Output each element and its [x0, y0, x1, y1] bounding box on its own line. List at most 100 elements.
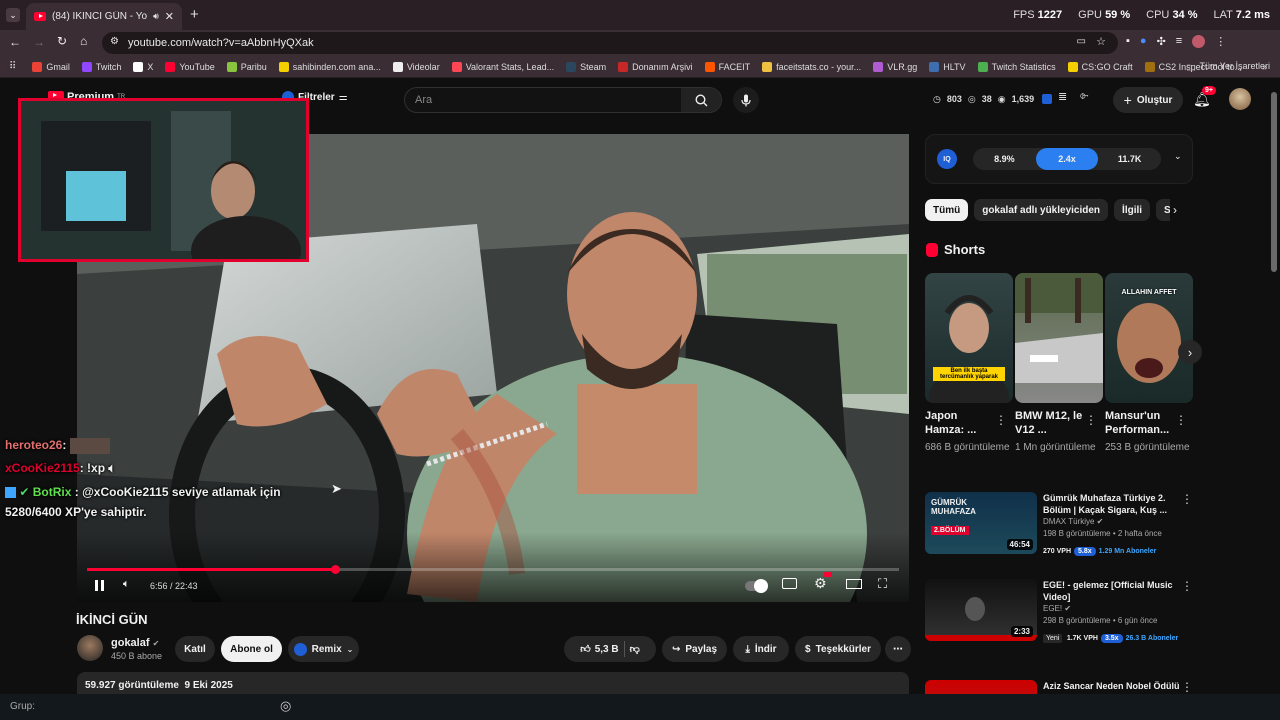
bookmark-item[interactable]: Paribu: [226, 61, 267, 72]
group-settings-icon[interactable]: ◎: [280, 698, 291, 714]
bookmark-item[interactable]: HLTV: [929, 61, 966, 72]
extension-icon[interactable]: ▪: [1126, 35, 1130, 48]
chip-for-you[interactable]: Size: [1156, 199, 1170, 221]
progress-bar[interactable]: [87, 565, 899, 574]
profile-avatar[interactable]: [1192, 35, 1206, 48]
volume-icon[interactable]: 🔈︎: [123, 578, 130, 591]
address-bar[interactable]: ⚙ youtube.com/watch?v=aAbbnHyQXak ▭ ☆: [102, 32, 1118, 54]
bookmark-star-icon[interactable]: ☆: [1096, 35, 1106, 48]
chip-related[interactable]: İlgili: [1114, 199, 1151, 221]
recommendation-item[interactable]: GÜMRÜK MUHAFAZA 2.BÖLÜM 46:54 Gümrük Muha…: [925, 492, 1193, 572]
fullscreen-icon[interactable]: ⛶: [878, 576, 887, 592]
iq-chevron-icon[interactable]: ⌄: [1174, 151, 1182, 162]
chip-all[interactable]: Tümü: [925, 199, 969, 221]
download-button[interactable]: ⤓ İndir: [733, 636, 789, 662]
channel-avatar[interactable]: [77, 635, 103, 661]
iq-metric-3[interactable]: 11.7K: [1098, 148, 1161, 170]
short-item[interactable]: BMW M12, le V12 ... 1 Mn görüntüleme ⋮: [1015, 273, 1103, 455]
youtube-favicon-icon: [34, 12, 46, 21]
progress-scrubber[interactable]: [330, 565, 340, 574]
bookmark-item[interactable]: faceitstats.co - your...: [762, 61, 861, 72]
iq-header-icon[interactable]: [1042, 94, 1052, 104]
join-button[interactable]: Katıl: [175, 636, 215, 662]
bookmark-item[interactable]: Twitch Statistics: [977, 61, 1056, 72]
subscribe-button[interactable]: Abone ol: [221, 636, 282, 662]
recommendation-menu-icon[interactable]: ⋮: [1181, 492, 1193, 506]
recommendation-menu-icon[interactable]: ⋮: [1181, 680, 1193, 694]
site-info-icon[interactable]: ⚙: [110, 36, 119, 47]
search-input[interactable]: Ara: [404, 87, 722, 113]
apps-grid-icon[interactable]: ⠿: [9, 61, 16, 72]
share-button[interactable]: ↪ Paylaş: [662, 636, 727, 662]
chips-next-icon[interactable]: ›: [1173, 203, 1177, 217]
tool-icon[interactable]: ⌱: [1080, 90, 1089, 103]
group-input[interactable]: [40, 697, 296, 717]
iq-metric-1[interactable]: 8.9%: [973, 148, 1036, 170]
bookmark-item[interactable]: Steam: [566, 61, 606, 72]
thanks-button[interactable]: $ Teşekkürler: [795, 636, 881, 662]
channel-name[interactable]: gokalaf: [111, 637, 150, 649]
remix-button[interactable]: Remix ⌄: [288, 636, 359, 662]
more-actions-button[interactable]: ⋯: [885, 636, 911, 662]
autoplay-toggle[interactable]: [745, 579, 768, 593]
account-avatar[interactable]: [1229, 88, 1251, 110]
upload-date: 9 Eki 2025: [184, 680, 233, 691]
bookmark-item[interactable]: X: [133, 61, 153, 72]
settings-gear-icon[interactable]: ⚙: [814, 575, 827, 592]
extension-blue-icon[interactable]: ●: [1140, 35, 1147, 48]
subtitles-icon[interactable]: [782, 578, 797, 589]
short-item[interactable]: Ben ilk başta tercümanlık yaparak Japon …: [925, 273, 1013, 455]
new-tab-button[interactable]: +: [190, 6, 199, 23]
short-menu-icon[interactable]: ⋮: [1085, 413, 1097, 427]
short-menu-icon[interactable]: ⋮: [1175, 413, 1187, 427]
search-button[interactable]: [681, 88, 721, 112]
playlist-icon[interactable]: ≣: [1058, 90, 1067, 103]
like-button[interactable]: 👍︎ 5,3 B: [580, 643, 618, 656]
recommendation-item[interactable]: 2:33 EGE! - gelemez [Official Music Vide…: [925, 579, 1193, 659]
bookmark-item[interactable]: YouTube: [165, 61, 215, 72]
voice-search-button[interactable]: [733, 87, 759, 113]
tab-close-icon[interactable]: ✕: [165, 10, 174, 23]
bookmark-item[interactable]: VLR.gg: [873, 61, 917, 72]
pause-button[interactable]: [95, 580, 104, 591]
short-item[interactable]: ALLAHIN AFFET Mansur'un Performan... 253…: [1105, 273, 1193, 455]
cast-icon[interactable]: ▭: [1077, 36, 1086, 47]
page-scrollbar[interactable]: [1270, 82, 1278, 718]
browser-menu-icon[interactable]: ⋮: [1215, 35, 1226, 48]
home-icon[interactable]: ⌂: [80, 34, 87, 48]
browser-toolbar: ← → ↻ ⌂ ⚙ youtube.com/watch?v=aAbbnHyQXa…: [0, 30, 1280, 56]
theater-mode-icon[interactable]: [846, 579, 862, 589]
extensions-puzzle-icon[interactable]: ✣: [1157, 35, 1166, 48]
bookmark-item[interactable]: Valorant Stats, Lead...: [451, 61, 554, 72]
player-gradient: [77, 532, 909, 602]
iq-metric-2[interactable]: 2.4x: [1035, 148, 1099, 170]
browser-tab[interactable]: (84) İKİNCİ GÜN - YouTube 🔊︎ ✕: [26, 3, 182, 30]
reload-icon[interactable]: ↻: [57, 34, 67, 48]
bookmark-item[interactable]: Videolar: [392, 61, 440, 72]
iq-remix-icon: [293, 642, 307, 656]
all-bookmarks-button[interactable]: 🗀︎ Tüm Yer İşaretleri: [1186, 61, 1270, 77]
bookmark-item[interactable]: Gmail: [32, 61, 70, 72]
chat-username: BotRix: [32, 485, 72, 499]
reading-list-icon[interactable]: ≡: [1176, 35, 1182, 48]
bookmark-item[interactable]: Twitch: [81, 61, 121, 72]
forward-icon[interactable]: →: [33, 35, 45, 49]
chevron-down-icon: ⌄: [346, 644, 354, 654]
notifications-button[interactable]: 🔔︎ 9+: [1193, 86, 1216, 108]
scrollbar-thumb[interactable]: [1271, 92, 1277, 272]
short-menu-icon[interactable]: ⋮: [995, 413, 1007, 427]
bookmark-item[interactable]: FACEIT: [704, 61, 750, 72]
speaker-icon[interactable]: 🔊︎: [153, 11, 159, 22]
back-icon[interactable]: ←: [9, 35, 21, 49]
bookmark-item[interactable]: Donanım Arşivi: [618, 61, 693, 72]
shorts-next-button[interactable]: ›: [1178, 340, 1202, 364]
chip-uploader[interactable]: gokalaf adlı yükleyiciden: [974, 199, 1109, 221]
bookmark-item[interactable]: CS:GO Craft: [1067, 61, 1133, 72]
dislike-button[interactable]: 👎︎: [630, 643, 640, 655]
bookmark-label: HLTV: [943, 61, 966, 72]
tab-list-chevron-icon[interactable]: ⌄: [6, 8, 20, 22]
recommendation-menu-icon[interactable]: ⋮: [1181, 579, 1193, 593]
microphone-icon: [741, 94, 751, 106]
create-button[interactable]: + Oluştur: [1113, 87, 1183, 113]
bookmark-item[interactable]: sahibinden.com ana...: [278, 61, 381, 72]
